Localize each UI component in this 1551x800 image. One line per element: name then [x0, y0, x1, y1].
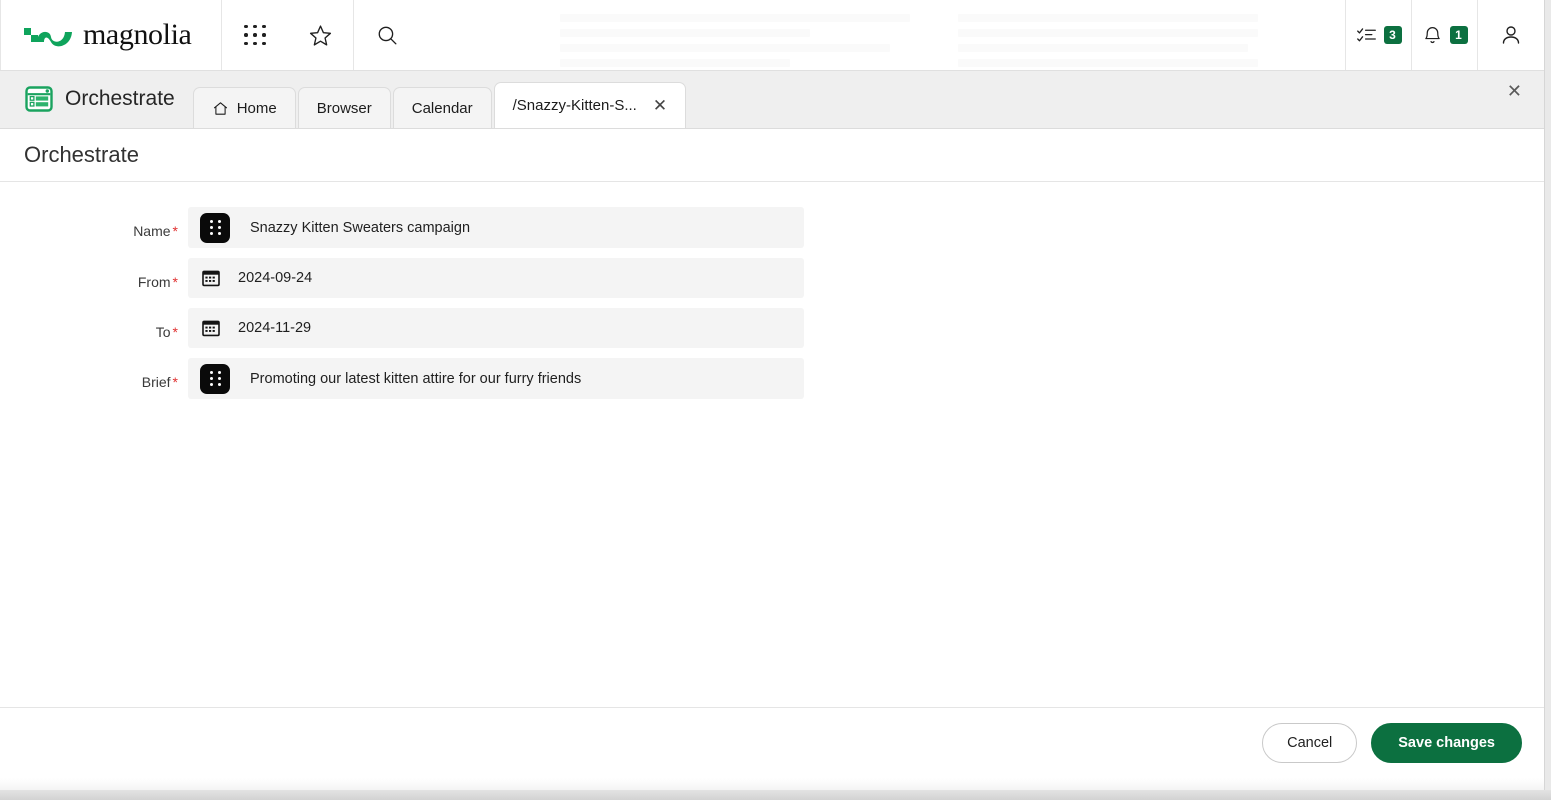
field-label-to: To *	[0, 308, 188, 340]
field-required-marker: *	[172, 274, 178, 290]
workspace-identity: Orchestrate	[0, 70, 193, 128]
star-icon	[309, 24, 332, 46]
field-required-marker: *	[172, 324, 178, 340]
brand-name: magnolia	[83, 18, 192, 51]
page-title: Orchestrate	[0, 129, 1544, 182]
calendar-icon[interactable]	[202, 269, 220, 287]
bell-icon	[1424, 26, 1440, 43]
brand-logo[interactable]: magnolia	[0, 0, 222, 70]
close-icon[interactable]: ✕	[1507, 82, 1522, 100]
user-avatar-icon	[1502, 26, 1520, 44]
tab-browser-label: Browser	[316, 99, 372, 117]
tasks-count-badge: 3	[1383, 26, 1402, 44]
app-window: magnolia 3 1 Orchestrate Home Browser Ca…	[0, 0, 1545, 790]
field-label-brief-text: Brief	[141, 374, 171, 390]
profile-button[interactable]	[1478, 0, 1544, 70]
tab-calendar[interactable]: Calendar	[392, 87, 492, 128]
tasks-button[interactable]: 3	[1346, 0, 1412, 70]
ghost-text-right	[958, 14, 1258, 70]
form-area: Name * Snazzy Kitten Sweaters campaign Fr…	[0, 182, 1544, 706]
topbar-ghost-content	[420, 0, 1346, 70]
home-icon	[213, 101, 227, 115]
topbar-left-edge	[0, 0, 1, 70]
form-footer: Cancel Save changes	[0, 707, 1544, 778]
topbar-actions: 3 1	[1346, 0, 1544, 70]
tab-list: Home Browser Calendar /Snazzy-Kitten-S..…	[192, 70, 688, 128]
field-value-to: 2024-11-29	[238, 320, 312, 336]
field-value-name: Snazzy Kitten Sweaters campaign	[250, 219, 471, 236]
field-input-from[interactable]: 2024-09-24	[188, 258, 804, 298]
notifications-button[interactable]: 1	[1412, 0, 1478, 70]
apps-launcher-button[interactable]	[222, 0, 288, 70]
field-required-marker: *	[172, 223, 178, 239]
favorites-button[interactable]	[288, 0, 354, 70]
field-input-to[interactable]: 2024-11-29	[188, 308, 804, 348]
magnolia-wave-logo-icon	[24, 28, 72, 47]
field-label-from: From *	[0, 258, 188, 290]
screen-root: magnolia 3 1 Orchestrate Home Browser Ca…	[0, 0, 1551, 800]
field-row-name: Name * Snazzy Kitten Sweaters campaign	[0, 207, 1544, 248]
workspace-app-title: Orchestrate	[65, 87, 175, 110]
field-row-to: To * 2024-11-29	[0, 308, 1544, 348]
field-label-from-text: From	[137, 274, 171, 290]
save-changes-button[interactable]: Save changes	[1371, 723, 1522, 763]
drag-handle-icon[interactable]	[200, 212, 230, 243]
ghost-text-left	[560, 14, 920, 70]
grid-apps-icon	[244, 24, 266, 46]
tab-snazzy-kitten-label: /Snazzy-Kitten-S...	[512, 97, 637, 114]
background-layer-bottom	[0, 790, 1551, 800]
tab-close-icon[interactable]: ✕	[653, 97, 667, 114]
orchestrate-app-icon	[25, 86, 53, 112]
notifications-count-badge: 1	[1449, 26, 1468, 44]
search-icon	[378, 26, 397, 45]
field-input-brief[interactable]: Promoting our latest kitten attire for o…	[188, 358, 804, 399]
field-input-name[interactable]: Snazzy Kitten Sweaters campaign	[188, 207, 804, 248]
tasks-checklist-icon	[1356, 27, 1376, 41]
tab-browser[interactable]: Browser	[297, 87, 391, 128]
drag-handle-icon[interactable]	[200, 363, 230, 394]
top-app-bar: magnolia 3 1	[0, 0, 1544, 71]
calendar-icon[interactable]	[202, 319, 220, 337]
field-label-brief: Brief *	[0, 358, 188, 390]
field-label-to-text: To	[155, 324, 171, 340]
tab-home[interactable]: Home	[192, 87, 296, 128]
field-label-name: Name *	[0, 207, 188, 239]
search-button[interactable]	[354, 0, 420, 70]
tab-calendar-label: Calendar	[411, 99, 473, 117]
window-bottom-edge	[0, 778, 1544, 790]
tab-snazzy-kitten[interactable]: /Snazzy-Kitten-S... ✕	[493, 82, 687, 128]
workspace-tab-strip: Orchestrate Home Browser Calendar /Snazz…	[0, 71, 1544, 129]
field-value-brief: Promoting our latest kitten attire for o…	[250, 370, 582, 387]
tab-home-label: Home	[236, 99, 277, 117]
field-required-marker: *	[172, 374, 178, 390]
field-label-name-text: Name	[133, 223, 171, 239]
field-row-brief: Brief * Promoting our latest kitten attir…	[0, 358, 1544, 399]
field-row-from: From * 2024-09-24	[0, 258, 1544, 298]
field-value-from: 2024-09-24	[238, 270, 313, 286]
cancel-button[interactable]: Cancel	[1262, 723, 1358, 763]
